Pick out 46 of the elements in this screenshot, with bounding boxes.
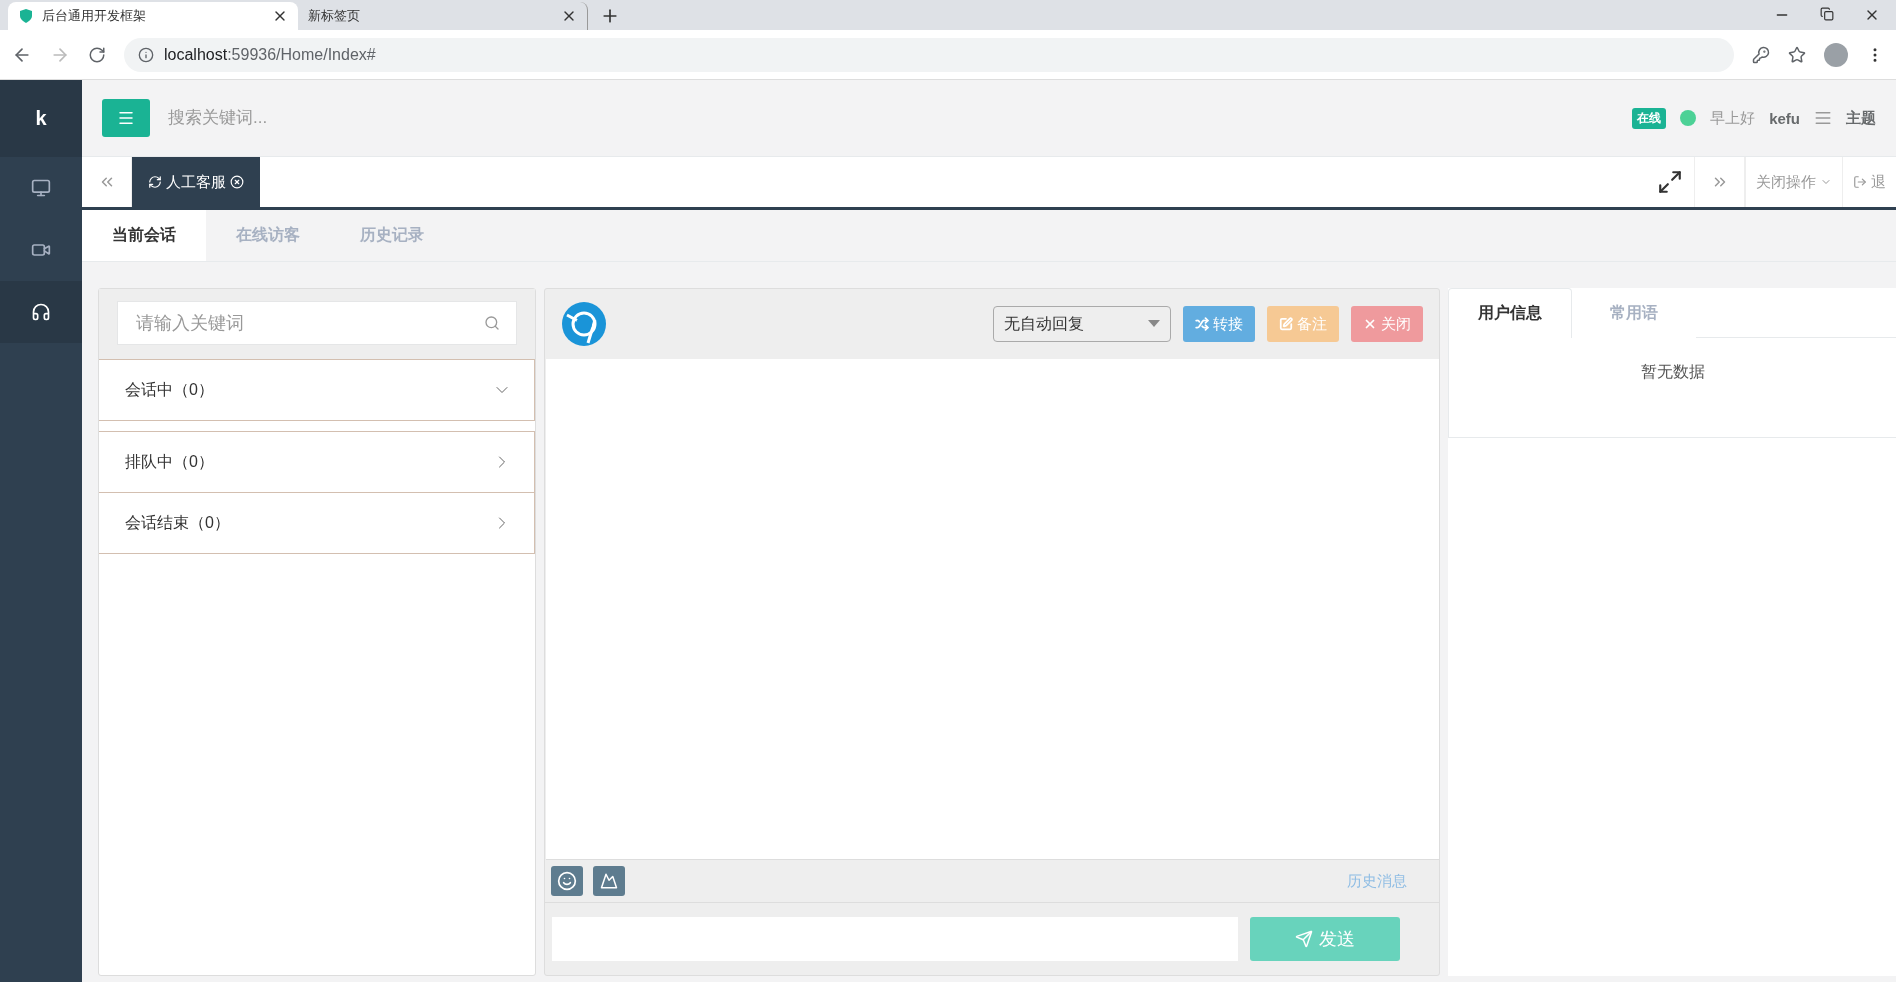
theme-link[interactable]: 主题	[1846, 108, 1876, 128]
star-icon[interactable]	[1788, 45, 1806, 64]
headset-icon	[31, 302, 51, 322]
note-icon	[1279, 317, 1293, 331]
logo: k	[0, 80, 82, 157]
auto-reply-select[interactable]: 无自动回复	[993, 306, 1171, 342]
profile-avatar[interactable]	[1824, 42, 1848, 67]
refresh-icon	[148, 175, 162, 189]
session-group[interactable]: 会话中（0）	[99, 359, 535, 421]
send-icon	[1295, 930, 1313, 948]
page-tab[interactable]: 人工客服	[132, 157, 260, 207]
close-menu-button[interactable]: 关闭操作	[1745, 157, 1842, 207]
mountain-icon	[600, 872, 618, 890]
key-icon[interactable]	[1752, 45, 1770, 64]
caret-icon	[1148, 320, 1160, 328]
search-field[interactable]: 请输入关键词	[117, 301, 517, 345]
transfer-icon	[1195, 317, 1209, 331]
reload-icon[interactable]	[88, 45, 106, 64]
status-badge: 在线	[1632, 107, 1667, 129]
circle-logo-icon	[561, 301, 607, 347]
close-icon[interactable]	[230, 175, 244, 189]
fullscreen-icon	[1656, 169, 1683, 195]
browser-tab[interactable]: 后台通用开发框架	[8, 2, 298, 30]
menu-icon	[117, 109, 135, 127]
user-name[interactable]: kefu	[1769, 109, 1800, 127]
logout-icon	[1853, 175, 1867, 189]
logout-button[interactable]: 退	[1842, 157, 1896, 207]
session-group[interactable]: 会话结束（0）	[99, 492, 535, 554]
image-button[interactable]	[593, 866, 625, 896]
search-field[interactable]: 搜索关键词...	[166, 107, 566, 129]
sidebar-item[interactable]	[0, 281, 82, 343]
content-tab[interactable]: 当前会话	[82, 210, 206, 261]
empty-message: 暂无数据	[1640, 362, 1705, 382]
emoji-button[interactable]	[551, 866, 583, 896]
greeting: 早上好	[1710, 108, 1756, 128]
address-bar[interactable]: localhost:59936/Home/Index#	[124, 37, 1734, 72]
smiley-icon	[557, 871, 577, 891]
restore-icon[interactable]	[1820, 7, 1834, 21]
info-tab[interactable]: 用户信息	[1448, 288, 1572, 338]
session-group[interactable]: 排队中（0）	[99, 431, 535, 493]
monitor-icon	[31, 178, 51, 198]
info-icon	[138, 46, 154, 63]
search-icon[interactable]	[484, 315, 500, 331]
list-icon	[1814, 109, 1832, 127]
shield-icon	[18, 8, 34, 24]
close-icon	[1363, 317, 1377, 331]
